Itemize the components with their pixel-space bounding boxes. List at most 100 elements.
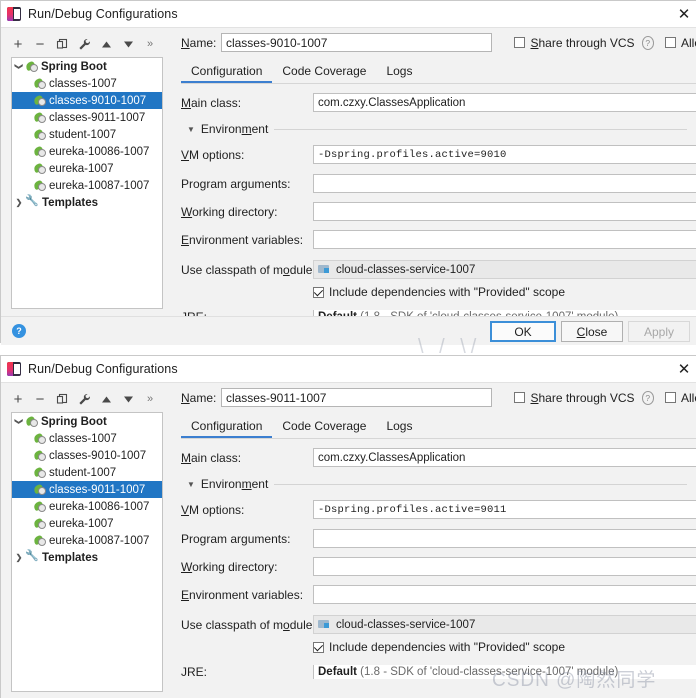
ok-button[interactable]: OK [490, 321, 556, 342]
chevron-down-icon[interactable]: ❯ [15, 415, 24, 429]
tree-item-eureka-10087-1007[interactable]: eureka-10087-1007 [12, 532, 162, 549]
vcs-help-icon[interactable]: ? [641, 35, 654, 50]
tree-item-classes-9011-1007[interactable]: classes-9011-1007 [12, 109, 162, 126]
share-through-vcs-checkbox[interactable]: Share through VCS [514, 36, 635, 50]
tree-item-student-1007[interactable]: student-1007 [12, 464, 162, 481]
toolbar-move-down-icon[interactable] [117, 388, 139, 410]
toolbar-copy-icon[interactable] [51, 388, 73, 410]
working-directory-input[interactable] [313, 202, 696, 221]
share-through-vcs-checkbox[interactable]: Share through VCS [514, 391, 635, 405]
toolbar-move-up-icon[interactable] [95, 388, 117, 410]
toolbar-more-icon[interactable]: » [139, 388, 161, 410]
tree-item-eureka-10086-1007[interactable]: eureka-10086-1007 [12, 143, 162, 160]
tree-node-templates[interactable]: ❯ Templates [12, 194, 162, 211]
program-arguments-input[interactable] [313, 174, 696, 193]
toolbar-move-up-icon[interactable] [95, 33, 117, 55]
tree-item-classes-9010-1007[interactable]: classes-9010-1007 [12, 447, 162, 464]
main-class-input[interactable]: com.czxy.ClassesApplication [313, 448, 696, 467]
include-provided-checkbox-box[interactable] [313, 286, 324, 298]
tree-item-label: Templates [42, 196, 99, 209]
help-icon[interactable]: ? [12, 324, 26, 338]
vcs-help-icon[interactable]: ? [641, 390, 654, 405]
templates-wrench-icon [25, 549, 39, 563]
toolbar-remove-icon[interactable]: − [29, 388, 51, 410]
tree-item-classes-9011-1007[interactable]: classes-9011-1007 [12, 481, 162, 498]
tree-item-classes-9010-1007[interactable]: classes-9010-1007 [12, 92, 162, 109]
tree-item-label: eureka-10087-1007 [49, 534, 150, 547]
tree-item-eureka-10086-1007[interactable]: eureka-10086-1007 [12, 498, 162, 515]
chevron-down-icon[interactable]: ❯ [15, 60, 24, 74]
tree-item-label: classes-9011-1007 [49, 483, 146, 496]
vm-options-input[interactable]: -Dspring.profiles.active=9011 [313, 500, 696, 519]
dialog-window-top: Run/Debug Configurations ✕ + − » ❯ Spring Boot… [0, 0, 696, 345]
toolbar-add-icon[interactable]: + [7, 33, 29, 55]
toolbar-more-icon[interactable]: » [139, 33, 161, 55]
environment-variables-input[interactable] [313, 585, 696, 604]
toolbar-add-icon[interactable]: + [7, 388, 29, 410]
tree-item-classes-1007[interactable]: classes-1007 [12, 430, 162, 447]
chevron-right-icon[interactable]: ❯ [12, 198, 26, 207]
intellij-idea-icon [7, 362, 21, 376]
tree-node-spring-boot[interactable]: ❯ Spring Boot [12, 413, 162, 430]
chevron-right-icon[interactable]: ❯ [12, 553, 26, 562]
environment-section-header[interactable]: ▼ Environment [187, 477, 687, 491]
tab-logs[interactable]: Logs [376, 61, 422, 83]
chevron-down-icon[interactable]: ▼ [187, 125, 195, 134]
include-provided-checkbox-box[interactable] [313, 641, 324, 653]
tab-configuration[interactable]: Configuration [181, 416, 273, 438]
tree-item-label: eureka-1007 [49, 517, 114, 530]
environment-variables-input[interactable] [313, 230, 696, 249]
include-provided-label: Include dependencies with "Provided" sco… [329, 285, 566, 299]
tree-node-spring-boot[interactable]: ❯ Spring Boot [12, 58, 162, 75]
allow-parallel-run-checkbox[interactable]: Allo [664, 35, 696, 50]
tree-item-eureka-1007[interactable]: eureka-1007 [12, 160, 162, 177]
jre-label: JRE: [181, 665, 208, 679]
tree-item-label: eureka-10086-1007 [49, 145, 150, 158]
share-vcs-checkbox-box[interactable] [514, 392, 526, 403]
configurations-tree[interactable]: ❯ Spring Boot classes-1007 classes-9010-100… [11, 57, 163, 309]
toolbar-edit-templates-icon[interactable] [73, 33, 95, 55]
module-select[interactable]: cloud-classes-service-1007 [313, 615, 696, 634]
toolbar-edit-templates-icon[interactable] [73, 388, 95, 410]
tree-node-templates[interactable]: ❯ Templates [12, 549, 162, 566]
include-provided-checkbox[interactable]: Include dependencies with "Provided" sco… [313, 640, 565, 654]
environment-divider [274, 483, 687, 485]
tab-configuration[interactable]: Configuration [181, 61, 273, 83]
close-button[interactable]: Close [561, 321, 623, 342]
close-icon[interactable]: ✕ [669, 2, 696, 26]
toolbar-move-down-icon[interactable] [117, 33, 139, 55]
environment-section-header[interactable]: ▼ Environment [187, 122, 687, 136]
screenshot-root: Run/Debug Configurations ✕ + −» ❯ Spring Boot… [0, 0, 696, 698]
allow-parallel-checkbox-box[interactable] [664, 37, 676, 48]
vm-options-input[interactable]: -Dspring.profiles.active=9010 [313, 145, 696, 164]
jre-select[interactable]: Default (1.8 - SDK of 'cloud-classes-ser… [313, 665, 696, 679]
tree-item-eureka-10087-1007[interactable]: eureka-10087-1007 [12, 177, 162, 194]
share-vcs-checkbox-box[interactable] [514, 37, 526, 48]
tree-item-student-1007[interactable]: student-1007 [12, 126, 162, 143]
toolbar-copy-icon[interactable] [51, 33, 73, 55]
toolbar-remove-icon[interactable]: − [29, 33, 51, 55]
form-row: Main class: com.czxy.ClassesApplication [181, 93, 696, 112]
allow-parallel-run-checkbox[interactable]: Allo [664, 391, 696, 405]
tree-item-label: Spring Boot [41, 60, 107, 73]
environment-variables-label: Environment variables: [181, 587, 304, 602]
program-arguments-input[interactable] [313, 529, 696, 548]
main-class-input[interactable]: com.czxy.ClassesApplication [313, 93, 696, 112]
tab-code-coverage[interactable]: Code Coverage [272, 416, 376, 438]
allow-parallel-checkbox-box[interactable] [664, 392, 676, 403]
chevron-down-icon[interactable]: ▼ [187, 480, 195, 489]
name-input[interactable]: classes-9010-1007 [220, 33, 493, 52]
include-provided-checkbox[interactable]: Include dependencies with "Provided" sco… [313, 285, 565, 299]
working-directory-input[interactable] [313, 557, 696, 576]
tab-code-coverage[interactable]: Code Coverage [272, 61, 376, 83]
name-input[interactable]: classes-9011-1007 [220, 388, 493, 407]
close-icon[interactable]: ✕ [669, 357, 696, 381]
tree-item-classes-1007[interactable]: classes-1007 [12, 75, 162, 92]
configurations-tree[interactable]: ❯ Spring Boot classes-1007 classes-9010-100… [11, 412, 163, 692]
tab-logs[interactable]: Logs [376, 416, 422, 438]
name-label: Name: [181, 35, 217, 50]
tree-item-eureka-1007[interactable]: eureka-1007 [12, 515, 162, 532]
spring-boot-run-icon [34, 112, 47, 123]
allow-parallel-label: Allo [680, 35, 696, 50]
module-select[interactable]: cloud-classes-service-1007 [313, 260, 696, 279]
